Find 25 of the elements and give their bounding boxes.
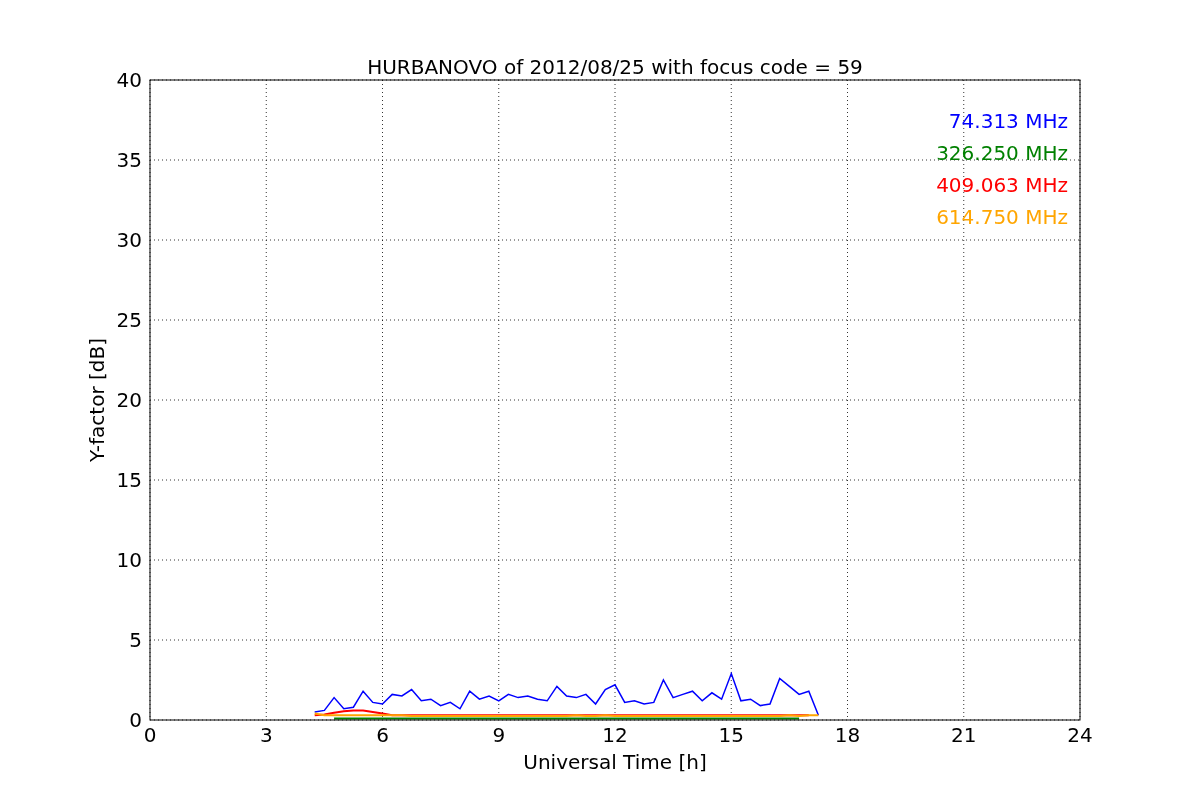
y-tick-label: 5	[129, 628, 142, 652]
y-tick-label: 40	[116, 68, 142, 92]
x-tick-label: 9	[492, 723, 506, 747]
x-tick-label: 6	[376, 723, 389, 747]
y-axis-label: Y-factor [dB]	[85, 338, 109, 462]
x-tick-label: 3	[259, 723, 273, 747]
x-tick-label: 15	[718, 723, 744, 747]
chart-title: HURBANOVO of 2012/08/25 with focus code = 59	[367, 55, 863, 79]
y-tick-label: 35	[116, 148, 142, 172]
y-tick-label: 30	[116, 228, 142, 252]
x-tick-label: 24	[1067, 723, 1093, 747]
x-tick-label: 0	[143, 723, 157, 747]
x-tick-label: 18	[834, 723, 861, 747]
y-tick-label: 15	[116, 468, 142, 492]
y-tick-label: 10	[116, 548, 142, 572]
x-tick-label: 12	[602, 723, 628, 747]
legend-label: 409.063 MHz	[936, 173, 1068, 197]
y-tick-label: 25	[116, 308, 142, 332]
y-tick-label: 20	[116, 388, 142, 412]
legend-label: 614.750 MHz	[936, 205, 1068, 229]
legend-label: 74.313 MHz	[948, 109, 1068, 133]
legend-label: 326.250 MHz	[936, 141, 1068, 165]
x-tick-label: 21	[951, 723, 977, 747]
x-axis-label: Universal Time [h]	[523, 750, 707, 774]
y-tick-label: 0	[129, 708, 142, 732]
